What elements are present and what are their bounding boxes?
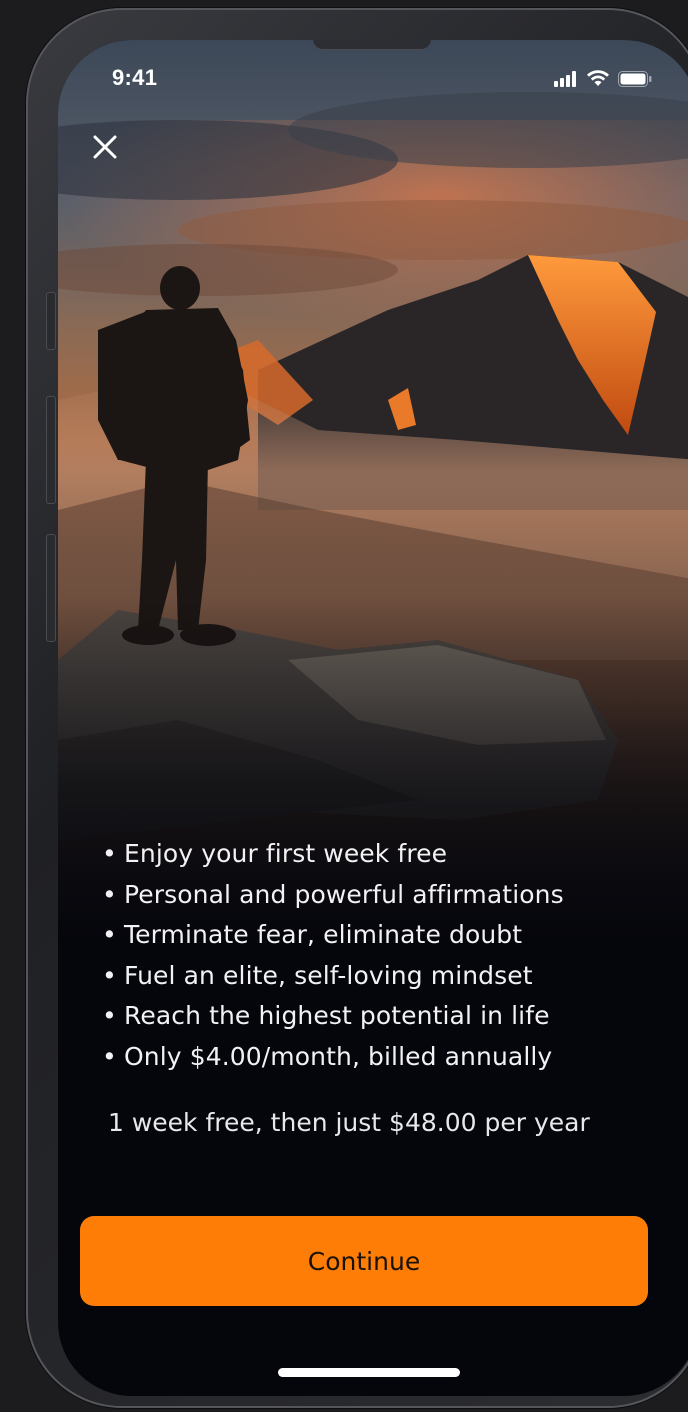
- silent-switch: [46, 292, 56, 350]
- feature-text: Reach the highest potential in life: [124, 1001, 550, 1030]
- feature-item: • Enjoy your first week free: [102, 834, 672, 875]
- status-bar: 9:41: [58, 40, 688, 100]
- feature-item: • Personal and powerful affirmations: [102, 875, 672, 916]
- feature-list: • Enjoy your first week free • Personal an…: [102, 834, 672, 1077]
- bullet: •: [102, 839, 117, 868]
- close-icon: [92, 134, 118, 164]
- hero-image: [58, 40, 688, 940]
- status-time: 9:41: [112, 65, 158, 90]
- bullet: •: [102, 960, 117, 990]
- volume-down-button: [46, 534, 56, 642]
- feature-item: • Only $4.00/month, billed annually: [102, 1037, 672, 1078]
- wifi-icon: [586, 70, 610, 92]
- battery-icon: [618, 71, 652, 91]
- volume-up-button: [46, 396, 56, 504]
- feature-text: Enjoy your first week free: [124, 839, 448, 868]
- bullet: •: [102, 879, 117, 909]
- feature-item: • Terminate fear, eliminate doubt: [102, 915, 672, 956]
- app-screen: 9:41 • Enjoy your first week free • Pers…: [58, 40, 688, 1396]
- feature-text: Terminate fear, eliminate doubt: [124, 920, 523, 949]
- feature-item: • Reach the highest potential in life: [102, 996, 672, 1037]
- continue-button[interactable]: Continue: [80, 1216, 648, 1306]
- cellular-signal-icon: [554, 71, 578, 91]
- feature-text: Only $4.00/month, billed annually: [124, 1041, 553, 1071]
- feature-text: Fuel an elite, self-loving mindset: [124, 960, 533, 990]
- bullet: •: [102, 1041, 117, 1071]
- bullet: •: [102, 920, 117, 949]
- close-button[interactable]: [88, 132, 122, 166]
- feature-item: • Fuel an elite, self-loving mindset: [102, 956, 672, 997]
- home-indicator[interactable]: [278, 1368, 460, 1377]
- pricing-offer-text: 1 week free, then just $48.00 per year: [108, 1108, 590, 1137]
- bullet: •: [102, 1001, 117, 1030]
- status-icons: [554, 70, 652, 92]
- feature-text: Personal and powerful affirmations: [124, 879, 564, 909]
